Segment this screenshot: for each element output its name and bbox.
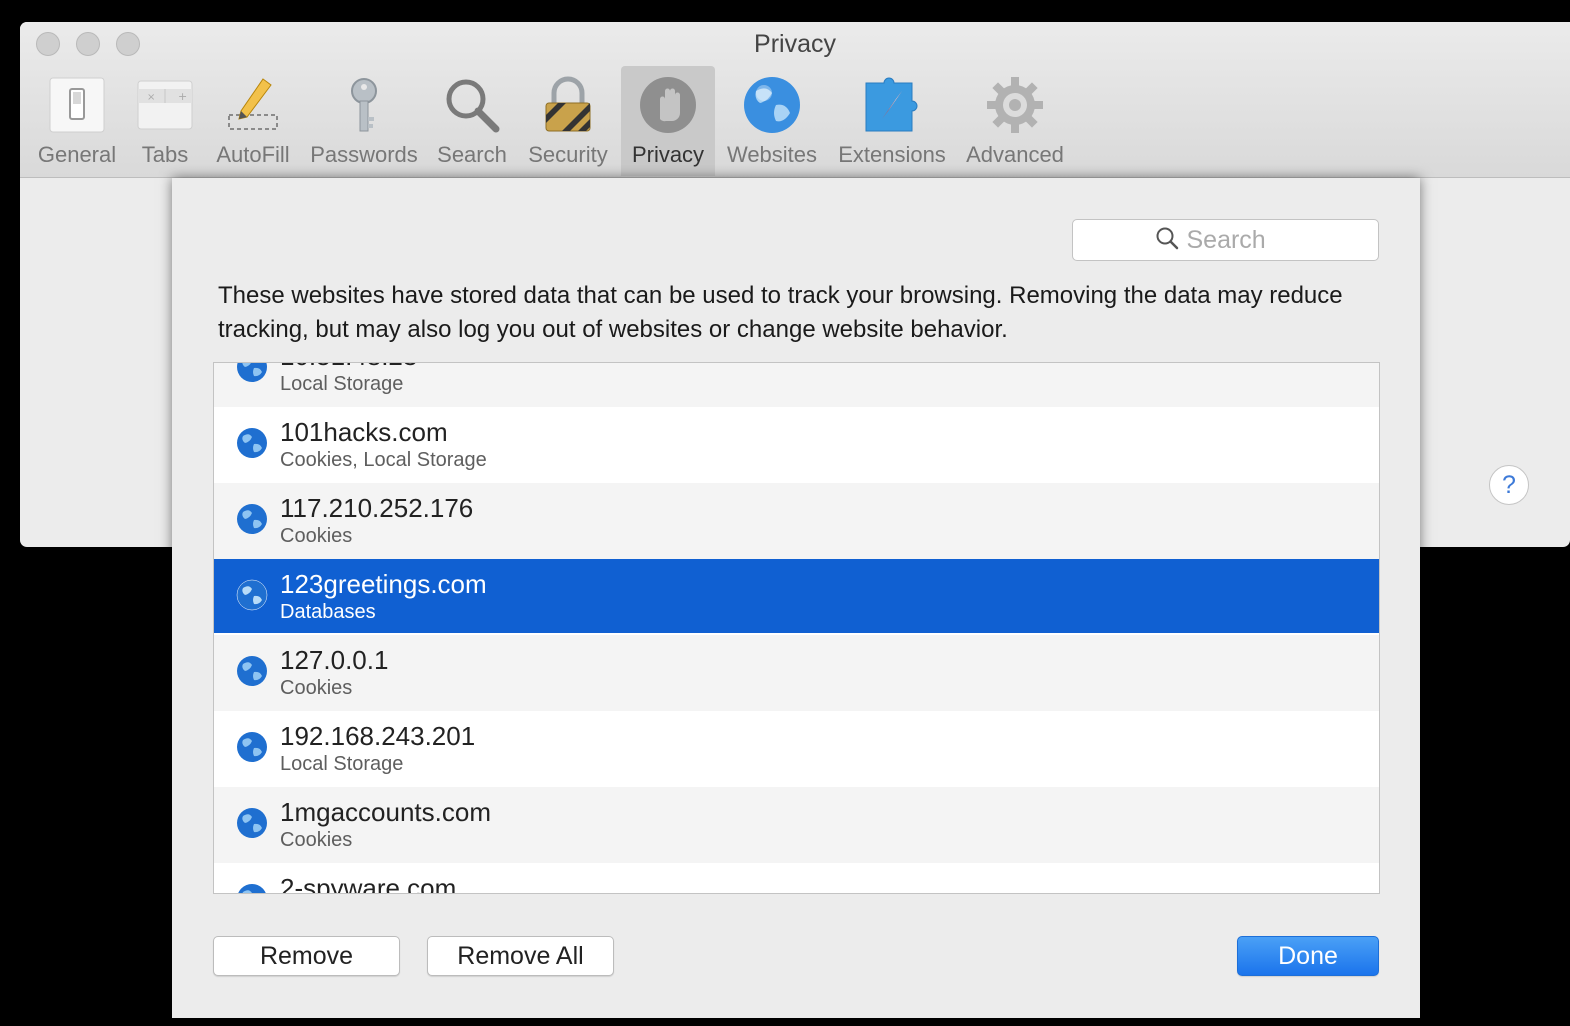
globe-icon — [237, 656, 267, 686]
website-list[interactable]: 10.51.48.23 Local Storage 101hacks.com C… — [213, 362, 1380, 894]
globe-icon — [237, 504, 267, 534]
toolbar-item-advanced[interactable]: Advanced — [962, 66, 1068, 176]
search-input[interactable] — [1186, 225, 1297, 255]
toolbar-item-passwords[interactable]: Passwords — [306, 66, 422, 176]
list-item-selected[interactable]: 123greetings.com Databases — [214, 559, 1379, 633]
svg-text:+: + — [178, 90, 187, 103]
globe-icon — [237, 428, 267, 458]
globe-icon — [237, 732, 267, 762]
remove-all-button[interactable]: Remove All — [427, 936, 614, 976]
list-item[interactable]: 2-spyware.com — [214, 863, 1379, 893]
toolbar-item-general[interactable]: General — [32, 66, 122, 176]
globe-icon — [236, 579, 268, 611]
list-item[interactable]: 127.0.0.1 Cookies — [214, 635, 1379, 711]
gear-icon — [982, 72, 1048, 138]
website-data-sheet: These websites have stored data that can… — [172, 178, 1420, 1018]
list-item[interactable]: 1mgaccounts.com Cookies — [214, 787, 1379, 863]
globe-icon — [739, 72, 805, 138]
window-title: Privacy — [754, 30, 836, 58]
puzzle-compass-icon — [859, 72, 925, 138]
general-switch-icon — [44, 72, 110, 138]
toolbar-item-websites[interactable]: Websites — [722, 66, 822, 176]
hand-icon — [635, 72, 701, 138]
tabs-icon: × + — [132, 72, 198, 138]
magnifier-icon — [439, 72, 505, 138]
globe-icon — [238, 884, 266, 893]
toolbar-item-autofill[interactable]: AutoFill — [212, 66, 294, 176]
list-item[interactable]: 101hacks.com Cookies, Local Storage — [214, 407, 1379, 483]
done-button[interactable]: Done — [1237, 936, 1379, 976]
remove-button[interactable]: Remove — [213, 936, 400, 976]
toolbar-item-tabs[interactable]: × + Tabs — [130, 66, 200, 176]
toolbar-item-security[interactable]: Security — [522, 66, 614, 176]
globe-icon — [237, 808, 267, 838]
titlebar: Privacy General × + Tabs AutoFill Passwo… — [20, 22, 1570, 178]
pencil-icon — [220, 72, 286, 138]
globe-icon — [237, 363, 267, 382]
help-button[interactable]: ? — [1489, 465, 1529, 505]
toolbar-item-search[interactable]: Search — [432, 66, 512, 176]
list-item[interactable]: 117.210.252.176 Cookies — [214, 483, 1379, 559]
key-icon — [331, 72, 397, 138]
search-icon — [1155, 226, 1179, 255]
description-text: These websites have stored data that can… — [218, 282, 1343, 343]
list-item[interactable]: 192.168.243.201 Local Storage — [214, 711, 1379, 787]
padlock-icon — [535, 72, 601, 138]
list-item[interactable]: 10.51.48.23 Local Storage — [214, 363, 1379, 407]
toolbar-item-privacy[interactable]: Privacy — [621, 66, 715, 176]
svg-text:×: × — [147, 92, 155, 103]
search-field[interactable] — [1072, 219, 1379, 261]
toolbar-item-extensions[interactable]: Extensions — [832, 66, 952, 176]
